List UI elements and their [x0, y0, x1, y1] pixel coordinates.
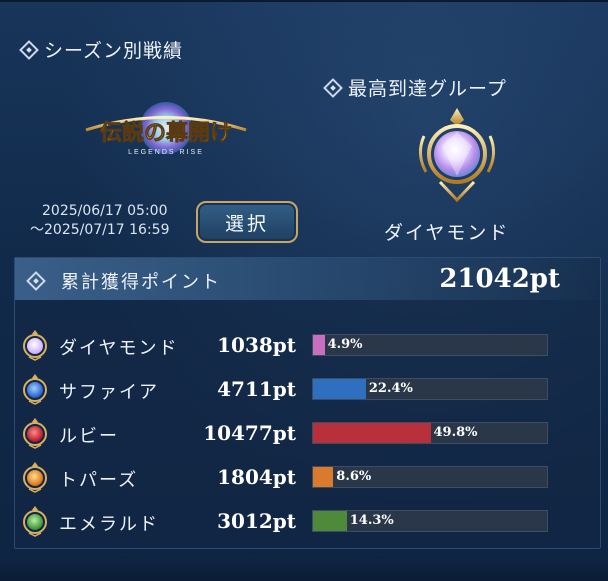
share-percent: 14.3% — [349, 513, 394, 528]
season-results-panel: シーズン別戦績 伝説の幕開け LEGENDS RISE 2025/06/17 0… — [0, 0, 608, 581]
best-group-header: 最高到達グループ — [323, 74, 507, 101]
logo-subtext: LEGENDS RISE — [128, 149, 204, 156]
section-header: シーズン別戦績 — [19, 36, 184, 63]
share-percent: 4.9% — [327, 337, 363, 352]
select-season-button[interactable]: 選択 — [196, 201, 298, 243]
season-start: 2025/06/17 05:00 — [42, 203, 168, 219]
points-total: 21042pt — [439, 264, 560, 294]
topaz-gem-icon — [23, 462, 47, 493]
group-points: 1804pt — [217, 465, 296, 489]
section-title: シーズン別戦績 — [44, 40, 184, 62]
diamond-rank-emblem-icon — [419, 108, 495, 202]
group-row: トパーズ 1804pt 8.6% — [15, 460, 600, 496]
share-bar — [312, 510, 548, 532]
diamond-bullet-icon — [26, 271, 46, 291]
share-bar — [312, 422, 548, 444]
group-points: 10477pt — [203, 421, 296, 445]
share-bar-fill — [313, 379, 366, 399]
share-percent: 8.6% — [336, 469, 372, 484]
share-bar-fill — [313, 335, 325, 355]
bottom-edge — [0, 554, 608, 581]
share-percent: 49.8% — [433, 425, 478, 440]
points-label: 累計獲得ポイント — [61, 272, 221, 293]
season-period: 2025/06/17 05:00 〜2025/07/17 16:59 — [30, 202, 170, 240]
best-group-title: 最高到達グループ — [348, 78, 507, 100]
share-bar-fill — [313, 511, 347, 531]
emerald-gem-icon — [23, 506, 47, 537]
group-row: ルビー 10477pt 49.8% — [15, 416, 600, 452]
share-bar-fill — [313, 423, 431, 443]
group-name: トパーズ — [59, 470, 139, 491]
best-group-name: ダイヤモンド — [384, 222, 510, 244]
cumulative-points-box: 累計獲得ポイント 21042pt ダイヤモンド 1038pt 4.9% サファイア 47… — [14, 257, 601, 549]
points-header: 累計獲得ポイント 21042pt — [15, 258, 600, 300]
group-row: ダイヤモンド 1038pt 4.9% — [15, 328, 600, 364]
group-name: エメラルド — [59, 514, 159, 535]
group-points: 1038pt — [217, 333, 296, 357]
ruby-gem-icon — [23, 418, 47, 449]
group-row: サファイア 4711pt 22.4% — [15, 372, 600, 408]
diamond-gem-icon — [23, 330, 47, 361]
share-percent: 22.4% — [368, 381, 413, 396]
season-end: 〜2025/07/17 16:59 — [30, 222, 170, 238]
season-logo: 伝説の幕開け LEGENDS RISE — [85, 102, 247, 156]
group-name: ルビー — [59, 426, 119, 447]
diamond-bullet-icon — [323, 77, 343, 98]
group-points: 3012pt — [217, 509, 296, 533]
sapphire-gem-icon — [23, 374, 47, 405]
group-row: エメラルド 3012pt 14.3% — [15, 504, 600, 540]
group-name: サファイア — [59, 382, 159, 403]
logo-text: 伝説の幕開け — [100, 120, 232, 145]
share-bar — [312, 378, 548, 400]
group-name: ダイヤモンド — [59, 338, 179, 359]
share-bar-fill — [313, 467, 334, 487]
group-points: 4711pt — [217, 377, 296, 401]
diamond-bullet-icon — [19, 39, 39, 60]
